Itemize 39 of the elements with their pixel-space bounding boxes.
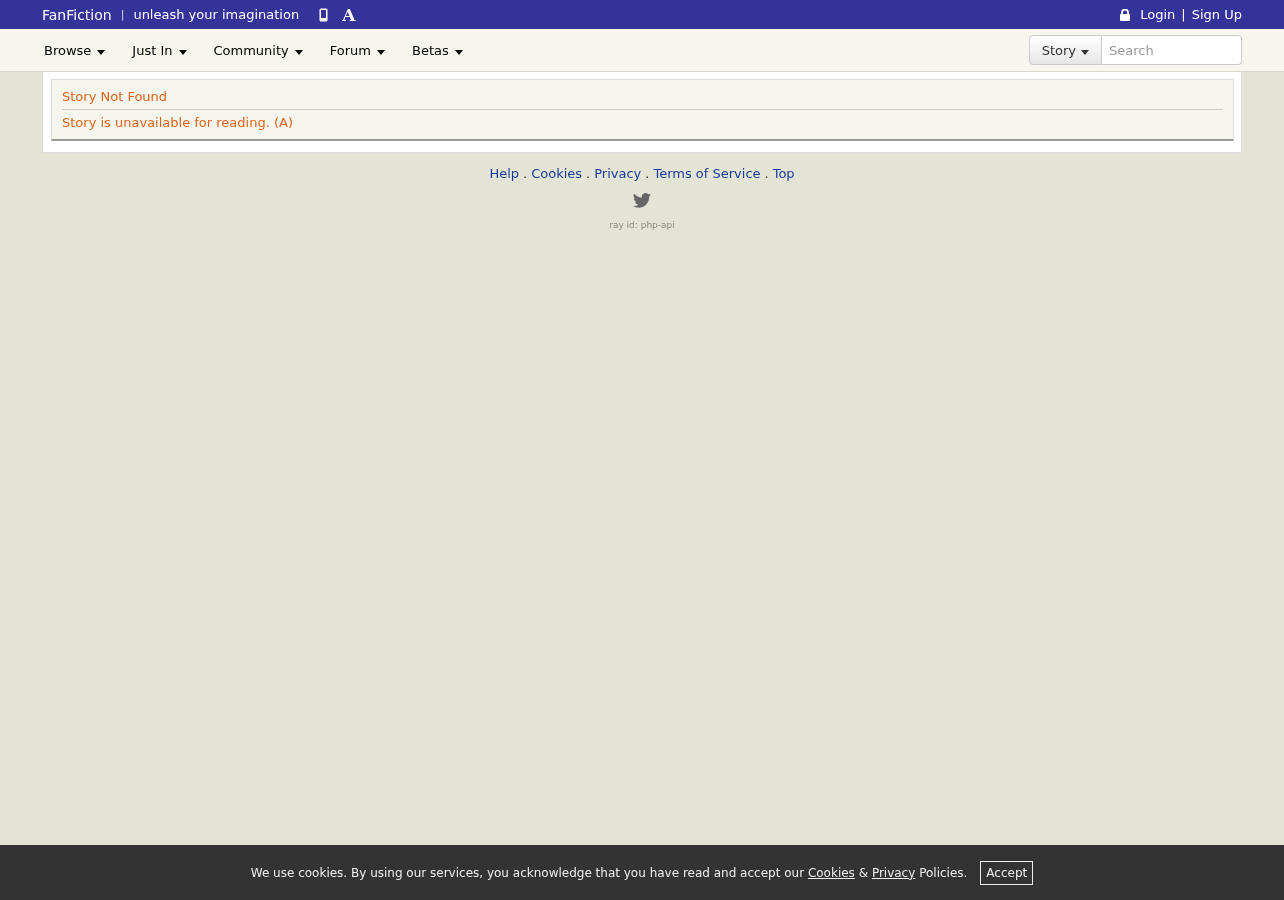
nav-menu[interactable]: Forum: [329, 42, 385, 58]
signup-link[interactable]: Sign Up: [1191, 7, 1242, 22]
caret-icon: [97, 49, 106, 55]
login-link[interactable]: Login: [1140, 7, 1176, 22]
policy-link[interactable]: Privacy: [871, 865, 916, 880]
phone-icon[interactable]: [319, 7, 329, 22]
footer-link[interactable]: Cookies: [531, 166, 583, 181]
bird-icon[interactable]: [633, 193, 651, 208]
footer-link[interactable]: Terms of Service: [653, 166, 761, 181]
nav-menu[interactable]: Browse: [44, 42, 106, 58]
policy-link[interactable]: Cookies: [807, 865, 855, 880]
caret-icon: [376, 49, 385, 55]
ray-id: ray id: php-api: [609, 220, 675, 230]
cookie-notice: We use cookies. By using our services, you acknowledge that you have read and accept our Cookies & Privacy Policies.: [250, 865, 968, 880]
tagline: unleash your imagination: [133, 7, 300, 22]
nav-menu[interactable]: Community: [213, 42, 303, 58]
separator: .: [764, 166, 769, 181]
nav-menu[interactable]: Betas: [411, 42, 463, 58]
nav-menu[interactable]: Just In: [132, 42, 187, 58]
caret-icon: [1081, 49, 1089, 55]
error-message: Story is unavailable for reading. (A): [62, 114, 294, 132]
caret-icon: [454, 49, 463, 55]
footer-link[interactable]: Privacy: [594, 166, 642, 181]
separator: .: [586, 166, 591, 181]
separator: |: [120, 8, 125, 21]
category-dropdown[interactable]: Story: [1028, 35, 1102, 65]
divider: |: [1181, 7, 1186, 22]
separator: .: [523, 166, 528, 181]
footer-link[interactable]: Help: [489, 166, 519, 181]
accept-button[interactable]: Accept: [980, 860, 1034, 885]
separator: .: [645, 166, 650, 181]
caret-icon: [178, 49, 187, 55]
footer-link[interactable]: Top: [772, 166, 795, 181]
font-size-icon[interactable]: A: [342, 4, 356, 25]
caret-icon: [294, 49, 303, 55]
error-title: Story Not Found: [62, 84, 1223, 110]
search-field[interactable]: Search: [1102, 35, 1242, 65]
lock-icon: [1120, 8, 1131, 21]
site-brand[interactable]: FanFiction: [42, 6, 112, 23]
